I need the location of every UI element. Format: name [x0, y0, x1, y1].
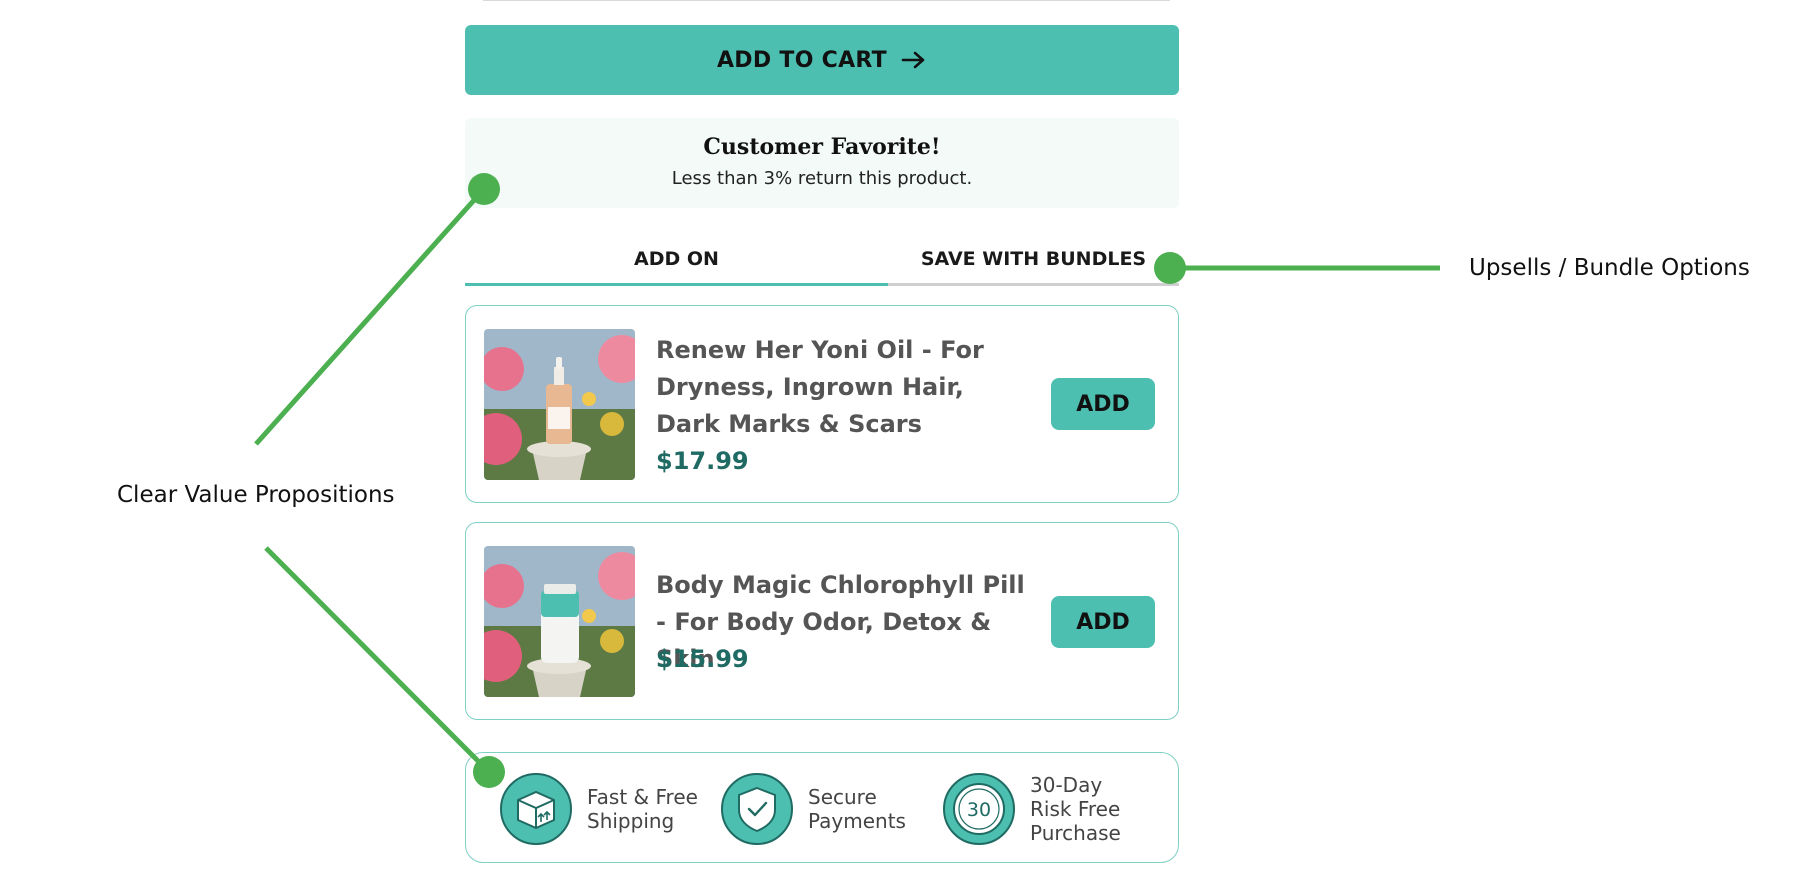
- 30-day-icon: 30: [942, 772, 1016, 846]
- annotation-line: [254, 187, 486, 446]
- add-to-cart-button[interactable]: ADD TO CART: [465, 25, 1179, 95]
- trust-line: Purchase: [1030, 820, 1121, 845]
- favorite-title: Customer Favorite!: [703, 134, 941, 160]
- addon-product-card: Body Magic Chlorophyll Pill - For Body O…: [465, 522, 1179, 720]
- product-price: $15.99: [656, 645, 749, 673]
- product-price: $17.99: [656, 447, 749, 475]
- trust-item-payments: Secure Payments: [720, 753, 906, 864]
- product-image: [484, 546, 635, 697]
- shipping-box-icon: [499, 772, 573, 846]
- trust-line: Secure: [808, 784, 877, 809]
- trust-line: Fast & Free: [587, 784, 698, 809]
- tab-add-on[interactable]: ADD ON: [465, 240, 888, 286]
- trust-badges: Fast & Free Shipping Secure Payments 30: [465, 752, 1179, 863]
- trust-line: Risk Free: [1030, 796, 1121, 821]
- svg-text:30: 30: [967, 799, 991, 821]
- arrow-right-icon: [901, 50, 927, 70]
- upsell-tabs: ADD ON SAVE WITH BUNDLES: [465, 240, 1179, 286]
- trust-line: Shipping: [587, 808, 675, 833]
- shield-check-icon: [720, 772, 794, 846]
- trust-text: Fast & Free Shipping: [587, 785, 698, 833]
- trust-item-guarantee: 30 30-Day Risk Free Purchase: [942, 753, 1121, 864]
- addon-product-card: Renew Her Yoni Oil - For Dryness, Ingrow…: [465, 305, 1179, 503]
- product-name[interactable]: Renew Her Yoni Oil - For Dryness, Ingrow…: [656, 332, 1026, 443]
- annotation-upsells: Upsells / Bundle Options: [1469, 255, 1750, 281]
- divider: [483, 0, 1170, 1]
- tab-save-with-bundles[interactable]: SAVE WITH BUNDLES: [888, 240, 1179, 286]
- add-product-button[interactable]: ADD: [1051, 596, 1155, 648]
- favorite-subtitle: Less than 3% return this product.: [671, 168, 973, 189]
- product-image: [484, 329, 635, 480]
- trust-text: 30-Day Risk Free Purchase: [1030, 773, 1121, 845]
- annotation-clear-value: Clear Value Propositions: [117, 482, 395, 508]
- add-to-cart-label: ADD TO CART: [716, 47, 887, 73]
- trust-line: Payments: [808, 808, 906, 833]
- trust-line: 30-Day: [1030, 772, 1103, 797]
- add-product-button[interactable]: ADD: [1051, 378, 1155, 430]
- customer-favorite-banner: Customer Favorite! Less than 3% return t…: [465, 118, 1179, 208]
- annotation-line: [264, 546, 489, 772]
- trust-text: Secure Payments: [808, 785, 906, 833]
- trust-item-shipping: Fast & Free Shipping: [499, 753, 698, 864]
